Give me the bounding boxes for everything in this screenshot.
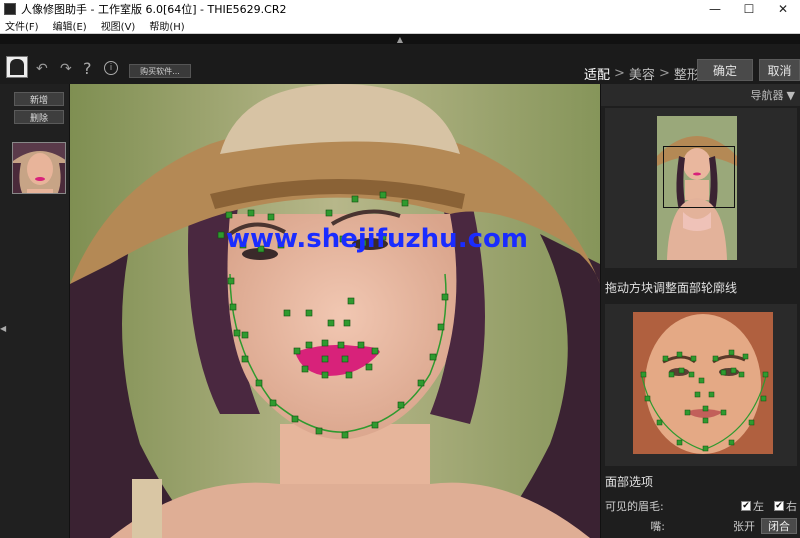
mouth-open-option[interactable]: 张开 xyxy=(727,518,761,534)
ok-button[interactable]: 确定 xyxy=(697,59,753,81)
menu-edit[interactable]: 编辑(E) xyxy=(48,18,96,33)
eyebrows-row: 可见的眉毛: ✔ 左 ✔ 右 xyxy=(605,498,797,514)
navigator-viewport-frame[interactable] xyxy=(663,146,735,208)
workflow-steps: 适配 > 美容 > 整形 xyxy=(584,64,700,83)
portrait-icon xyxy=(10,59,24,75)
close-button[interactable]: ✕ xyxy=(766,0,800,18)
dropdown-arrow-icon: ▼ xyxy=(786,88,795,102)
watermark-text: www.shejifuzhu.com xyxy=(226,224,528,254)
right-label: 右 xyxy=(786,500,797,513)
mouth-label: 嘴: xyxy=(650,520,665,533)
mouth-closed-option[interactable]: 闭合 xyxy=(761,518,797,534)
left-eyebrow-checkbox[interactable]: ✔ 左 xyxy=(741,498,764,514)
collapse-left-toggle[interactable]: ◀ xyxy=(0,320,8,336)
photo-canvas[interactable]: www.shejifuzhu.com xyxy=(70,84,600,538)
app-icon xyxy=(4,3,16,15)
navigator-label: 导航器 xyxy=(750,89,784,102)
window-title: 人像修图助手 - 工作室版 6.0[64位] - THIE5629.CR2 xyxy=(21,3,287,16)
buy-software-button[interactable]: 购买软件... xyxy=(129,64,191,78)
checkbox-checked-icon: ✔ xyxy=(741,501,751,511)
help-icon[interactable]: ? xyxy=(83,59,92,78)
add-face-button[interactable]: 新增 xyxy=(14,92,64,106)
menu-view[interactable]: 视图(V) xyxy=(96,18,145,33)
reference-panel xyxy=(605,304,797,466)
face-options-title: 面部选项 xyxy=(605,475,654,489)
undo-icon[interactable]: ↶ xyxy=(36,61,48,77)
step-fit[interactable]: 适配 xyxy=(584,64,610,83)
reference-face-image xyxy=(633,312,773,454)
right-panel: 导航器 ▼ 拖动方块调整面部轮廓线 面部选项 可见的眉毛: ✔ 左 ✔ 右 嘴:… xyxy=(600,84,800,538)
title-bar: 人像修图助手 - 工作室版 6.0[64位] - THIE5629.CR2 — … xyxy=(0,0,800,18)
portrait-mode-button[interactable] xyxy=(6,56,28,78)
minimize-button[interactable]: — xyxy=(698,0,732,18)
maximize-button[interactable]: ☐ xyxy=(732,0,766,18)
step-reshape[interactable]: 整形 xyxy=(674,64,700,83)
left-label: 左 xyxy=(753,500,764,513)
eyebrows-label: 可见的眉毛: xyxy=(605,500,664,513)
menu-bar: 文件(F) 编辑(E) 视图(V) 帮助(H) xyxy=(0,18,800,34)
collapse-top-toggle[interactable]: ▲ xyxy=(0,34,800,44)
menu-file[interactable]: 文件(F) xyxy=(0,18,48,33)
right-eyebrow-checkbox[interactable]: ✔ 右 xyxy=(774,498,797,514)
step-separator: > xyxy=(614,66,625,81)
toolbar: ↶ ↷ ? i 购买软件... 适配 > 美容 > 整形 确定 取消 xyxy=(0,44,800,84)
navigator-header[interactable]: 导航器 ▼ xyxy=(601,84,800,106)
cancel-button[interactable]: 取消 xyxy=(759,59,800,81)
delete-face-button[interactable]: 删除 xyxy=(14,110,64,124)
menu-help[interactable]: 帮助(H) xyxy=(144,18,193,33)
mouth-row: 嘴: 张开 闭合 xyxy=(605,518,797,534)
collapse-up-icon: ▲ xyxy=(396,34,404,44)
instruction-text: 拖动方块调整面部轮廓线 xyxy=(605,281,738,295)
step-separator: > xyxy=(658,66,670,81)
navigator-panel[interactable] xyxy=(605,108,797,268)
face-thumbnail[interactable] xyxy=(12,142,66,194)
left-panel: 新增 删除 ◀ xyxy=(0,84,70,538)
redo-icon[interactable]: ↷ xyxy=(60,61,72,77)
step-beauty[interactable]: 美容 xyxy=(629,64,655,83)
app-window: 人像修图助手 - 工作室版 6.0[64位] - THIE5629.CR2 — … xyxy=(0,0,800,538)
info-icon[interactable]: i xyxy=(104,61,118,75)
checkbox-checked-icon: ✔ xyxy=(774,501,784,511)
